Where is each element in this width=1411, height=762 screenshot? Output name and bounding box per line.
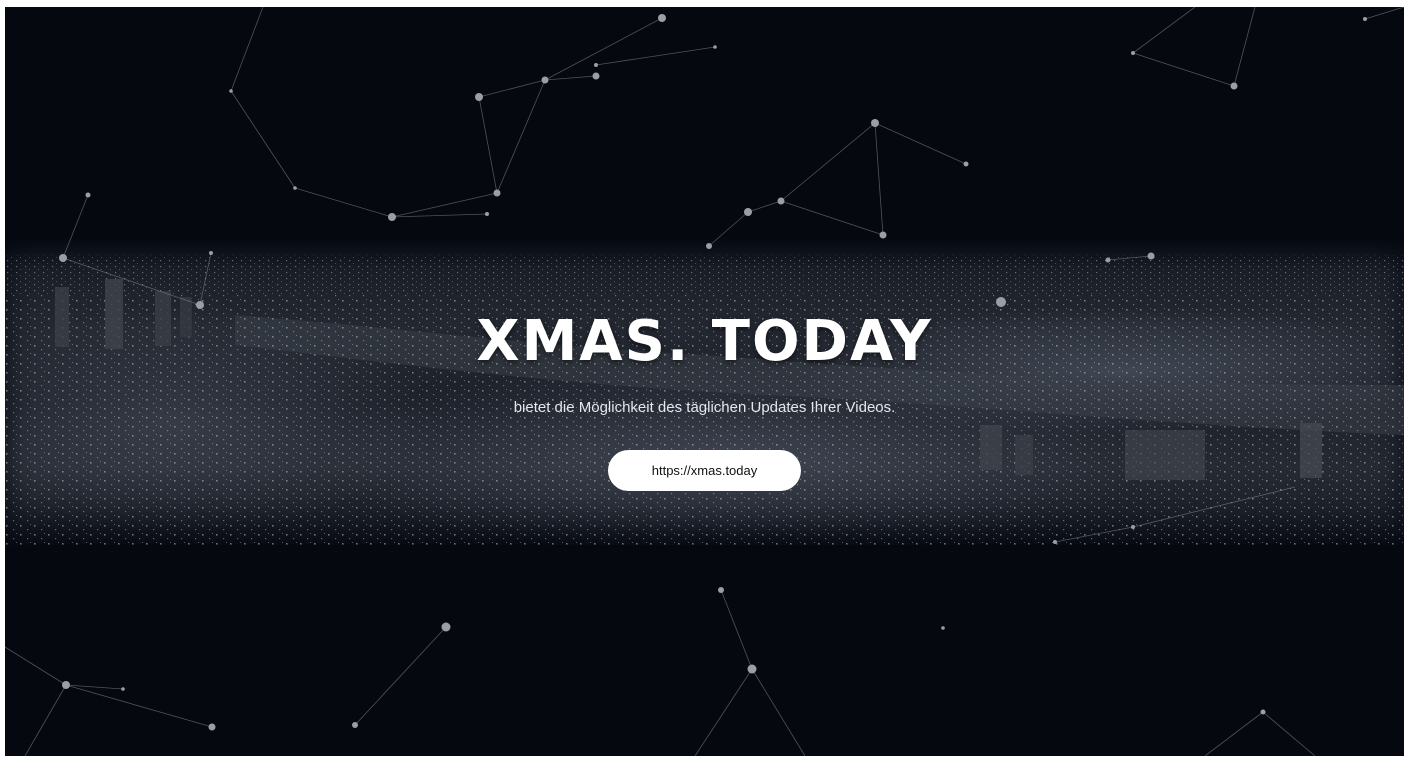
page-background: XMAS. TODAY bietet die Möglichkeit des t… <box>5 7 1404 756</box>
website-link-button[interactable]: https://xmas.today <box>608 450 801 491</box>
particle-network-decoration <box>5 7 1404 756</box>
